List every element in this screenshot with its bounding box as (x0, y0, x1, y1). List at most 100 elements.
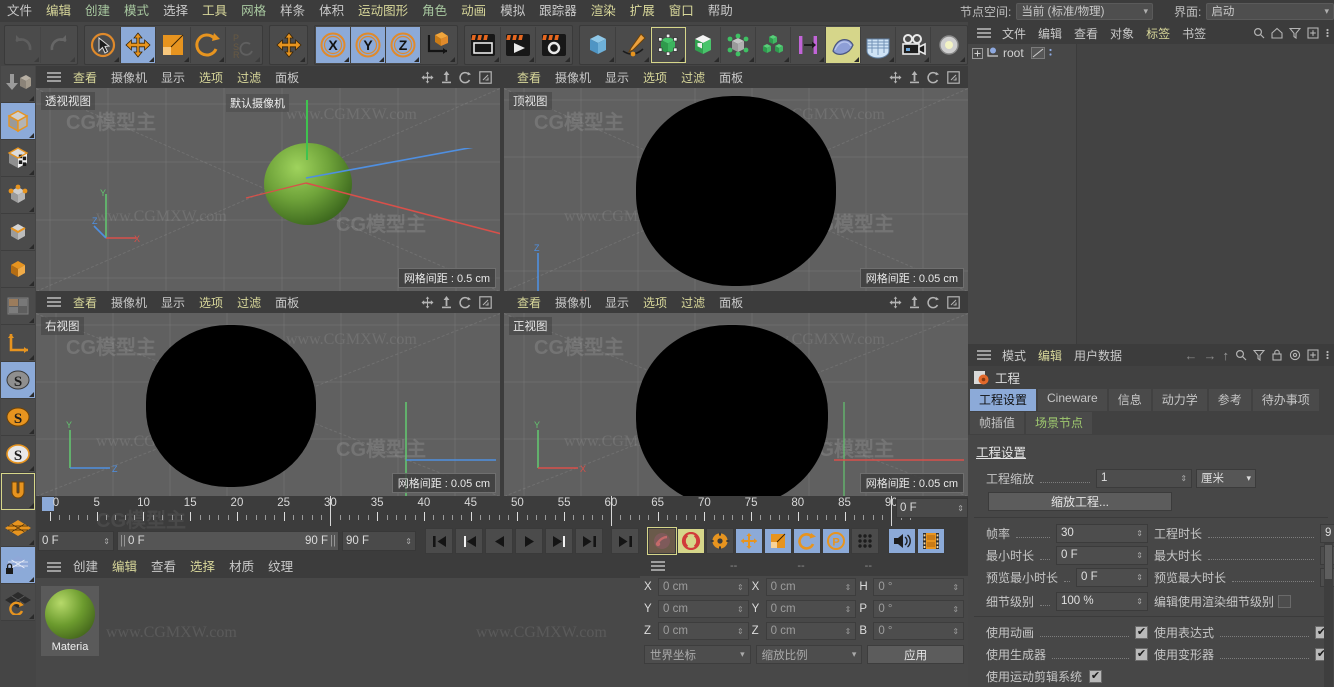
menu-item-0[interactable]: 文件 (0, 0, 39, 22)
prev-key-icon[interactable] (455, 528, 483, 554)
viewport-canvas-front[interactable]: CG模型主 www.CGMXW.com www.CGMXW.com CG模型主 Y X 正视… (504, 313, 968, 496)
submenu-corner-icon[interactable] (29, 133, 34, 138)
attribute-tabs[interactable]: 工程设置 Cineware 信息 动力学 参考 待办事项 帧插值 场景节点 (968, 388, 1334, 435)
arrow-down-cube-icon[interactable] (1, 66, 35, 103)
zoom-icon[interactable] (909, 70, 920, 84)
max-time-row[interactable]: 最大时长 9 (1154, 544, 1334, 566)
material-menu-2[interactable]: 查看 (144, 556, 183, 578)
submenu-corner-icon[interactable] (609, 57, 614, 62)
viewport-menu-perspective-3[interactable]: 选项 (192, 69, 230, 86)
rotate-view-icon[interactable] (459, 296, 472, 309)
viewport-menu-top-0[interactable]: 查看 (510, 69, 548, 86)
left-tool-palette[interactable]: S S S (0, 66, 36, 687)
menu-item-16[interactable]: 窗口 (662, 0, 701, 22)
submenu-corner-icon[interactable] (29, 96, 34, 101)
submenu-corner-icon[interactable] (644, 57, 649, 62)
search-icon[interactable] (1235, 349, 1247, 361)
material-menu-3[interactable]: 选择 (183, 556, 222, 578)
autokey-icon[interactable] (677, 528, 705, 554)
menu-item-7[interactable]: 样条 (273, 0, 312, 22)
menu-item-17[interactable]: 帮助 (701, 0, 740, 22)
attribute-scrollbar[interactable] (1324, 543, 1333, 687)
spinner-icon[interactable]: ⇕ (952, 583, 959, 592)
timeline-controls[interactable]: 0 F ⇕ || 0 F 90 F || 90 F ⇕ P (36, 526, 968, 556)
key-pla-icon[interactable] (851, 528, 879, 554)
key-position-icon[interactable] (735, 528, 763, 554)
attribute-body[interactable]: 工程设置 工程缩放 1 ⇕ 厘米 ▾ 缩放工程... 帧率 30 ⇕ 最小时长 … (968, 435, 1334, 687)
viewport-grid[interactable]: 查看 摄像机 显示 选项 过滤 面板 CG模型主 www.CGMXW.com www.CGMXW… (36, 66, 968, 496)
coord-position-field[interactable]: 0 cm ⇕ (658, 600, 749, 618)
target-icon[interactable] (1289, 349, 1301, 361)
attribute-tab-4[interactable]: 参考 (1208, 389, 1251, 411)
cloth-icon[interactable] (826, 27, 861, 63)
object-tree[interactable]: root (968, 44, 1334, 344)
submenu-corner-icon[interactable] (565, 57, 570, 62)
object-visibility-icon[interactable] (1030, 47, 1045, 59)
attribute-tab-3[interactable]: 动力学 (1152, 389, 1207, 411)
submenu-corner-icon[interactable] (29, 244, 34, 249)
add-panel-icon[interactable] (1307, 349, 1319, 361)
step-forward-icon[interactable] (545, 528, 573, 554)
menu-item-11[interactable]: 动画 (454, 0, 493, 22)
submenu-corner-icon[interactable] (29, 466, 34, 471)
viewport-menu-perspective-5[interactable]: 面板 (268, 69, 306, 86)
menu-item-5[interactable]: 工具 (195, 0, 234, 22)
zoom-icon[interactable] (909, 295, 920, 309)
material-manager-menu[interactable]: 创建 编辑 查看 选择 材质 纹理 (36, 556, 640, 578)
submenu-corner-icon[interactable] (29, 170, 34, 175)
submenu-corner-icon[interactable] (854, 57, 859, 62)
spinner-icon[interactable]: ⇕ (737, 583, 744, 592)
attribute-menu-0[interactable]: 模式 (996, 347, 1032, 364)
submenu-corner-icon[interactable] (29, 577, 34, 582)
object-manager-icons[interactable] (1253, 27, 1334, 39)
snap-magnet-icon[interactable] (1, 473, 35, 510)
viewport-canvas-perspective[interactable]: CG模型主 www.CGMXW.com www.CGMXW.com CG模型主 默认摄像… (36, 88, 500, 291)
menu-hamburger-icon[interactable] (47, 72, 61, 82)
submenu-corner-icon[interactable] (184, 57, 189, 62)
more-icon[interactable] (1325, 27, 1330, 39)
spinner-icon[interactable]: ⇕ (737, 627, 744, 636)
material-swatch[interactable]: Materia (41, 586, 99, 656)
deformer-icon[interactable] (721, 27, 756, 63)
submenu-corner-icon[interactable] (414, 57, 419, 62)
preview-min-field[interactable]: 0 F ⇕ (1076, 567, 1148, 587)
coord-rotation-field[interactable]: 0 ° ⇕ (873, 622, 965, 640)
min-time-row[interactable]: 最小时长 0 F ⇕ (974, 544, 1148, 566)
pan-icon[interactable] (421, 71, 434, 84)
viewport-menu-right-1[interactable]: 摄像机 (104, 294, 154, 311)
submenu-corner-icon[interactable] (344, 57, 349, 62)
coord-size-field[interactable]: 0 cm ⇕ (765, 578, 857, 596)
more-icon[interactable] (1048, 47, 1053, 59)
menu-item-10[interactable]: 角色 (415, 0, 454, 22)
model-mode-icon[interactable] (1, 103, 35, 140)
submenu-corner-icon[interactable] (819, 57, 824, 62)
attribute-tab-6[interactable]: 帧插值 (970, 412, 1025, 434)
main-toolbar[interactable]: PSR X Y Z (0, 22, 968, 66)
menu-item-8[interactable]: 体积 (312, 0, 351, 22)
viewport-menu-front-0[interactable]: 查看 (510, 294, 548, 311)
axis-mode-icon[interactable] (1, 325, 35, 362)
time-settings-grid[interactable]: 帧率 30 ⇕ 最小时长 0 F ⇕ 预览最小时长 0 F ⇕ 工程时长 9 最… (974, 522, 1334, 588)
coordinate-row-0[interactable]: X 0 cm ⇕ X 0 cm ⇕ H 0 ° ⇕ (640, 576, 968, 598)
light-icon[interactable] (931, 27, 966, 63)
spinner-icon[interactable]: ⇕ (952, 605, 959, 614)
viewport-menu-front-5[interactable]: 面板 (712, 294, 750, 311)
spinner-icon[interactable]: ⇕ (952, 627, 959, 636)
z-axis-icon[interactable]: Z (386, 27, 421, 63)
material-manager[interactable]: 创建 编辑 查看 选择 材质 纹理 Materia www.CGMXW.com www.C… (36, 556, 640, 687)
texture-mode-icon[interactable] (1, 140, 35, 177)
menu-hamburger-icon[interactable] (47, 297, 61, 307)
spinner-icon[interactable]: ⇕ (737, 605, 744, 614)
filter-icon[interactable] (1253, 349, 1265, 361)
spinner-icon[interactable]: ⇕ (1136, 573, 1143, 582)
project-length-field[interactable]: 9 (1320, 523, 1334, 543)
undo-icon[interactable] (6, 27, 41, 63)
submenu-corner-icon[interactable] (29, 281, 34, 286)
coord-system-select[interactable]: 世界坐标 ▾ (644, 645, 751, 664)
coord-position-field[interactable]: 0 cm ⇕ (658, 622, 749, 640)
use-animation-checkbox[interactable]: ✔ (1135, 625, 1148, 639)
spinner-icon[interactable]: ⇕ (845, 583, 852, 592)
lod-field[interactable]: 100 % ⇕ (1056, 591, 1148, 611)
submenu-corner-icon[interactable] (714, 57, 719, 62)
home-icon[interactable] (1271, 27, 1283, 39)
